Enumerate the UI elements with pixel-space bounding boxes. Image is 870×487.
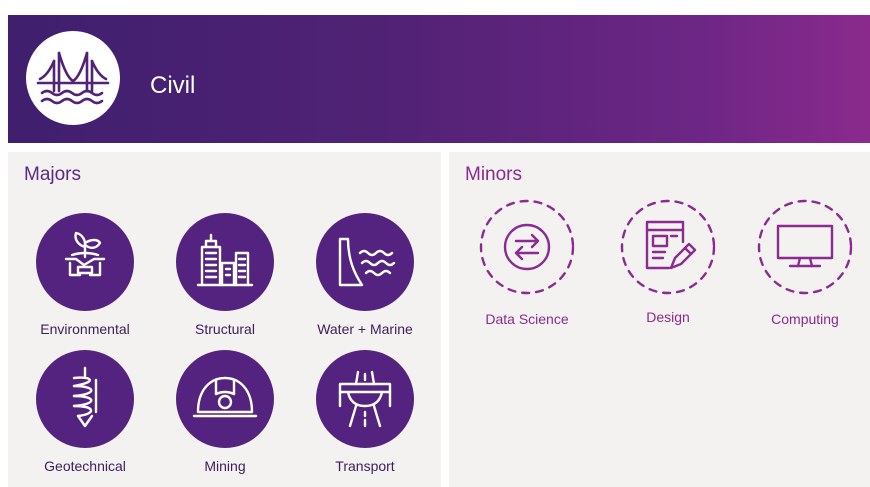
minor-icon-circle: [756, 198, 854, 296]
major-label: Geotechnical: [44, 458, 126, 474]
minor-data-science[interactable]: Data Science: [462, 198, 592, 328]
major-icon-circle: [176, 350, 274, 448]
major-label: Environmental: [40, 321, 130, 337]
buildings-icon: [196, 233, 254, 287]
major-water-marine[interactable]: Water + Marine: [301, 213, 429, 338]
bridge-water-icon: [36, 51, 110, 105]
minor-icon-circle: [619, 198, 717, 296]
minor-design[interactable]: Design: [603, 198, 733, 326]
major-label: Water + Marine: [317, 321, 413, 337]
dam-waves-icon: [338, 237, 396, 287]
major-icon-circle: [36, 350, 134, 448]
drill-auger-icon: [72, 366, 98, 428]
hard-hat-icon: [192, 376, 258, 418]
major-icon-circle: [176, 213, 274, 311]
minor-label: Data Science: [485, 311, 569, 327]
major-structural[interactable]: Structural: [161, 213, 289, 338]
minors-heading: Minors: [465, 164, 523, 185]
minor-label: Design: [646, 309, 690, 325]
major-icon-circle: [316, 213, 414, 311]
layout-pencil-icon: [620, 199, 716, 295]
majors-heading: Majors: [24, 164, 82, 185]
minor-computing[interactable]: Computing: [740, 198, 870, 328]
major-environmental[interactable]: Environmental: [21, 213, 149, 338]
major-transport[interactable]: Transport: [301, 350, 429, 475]
minor-icon-circle: [478, 198, 576, 296]
major-mining[interactable]: Mining: [161, 350, 289, 475]
monitor-icon: [757, 199, 853, 295]
major-icon-circle: [316, 350, 414, 448]
road-bridge-icon: [338, 370, 392, 428]
major-label: Mining: [204, 458, 246, 474]
major-label: Structural: [195, 321, 255, 337]
plant-handshake-icon: [64, 231, 106, 277]
exchange-arrows-icon: [479, 199, 575, 295]
logo: [26, 31, 120, 125]
minor-label: Computing: [771, 311, 839, 327]
major-geotechnical[interactable]: Geotechnical: [21, 350, 149, 475]
major-label: Transport: [335, 458, 395, 474]
header-banner: Civil: [8, 15, 870, 143]
page-title: Civil: [150, 72, 196, 99]
minors-panel: Minors Data Science Design Computing: [449, 152, 870, 487]
majors-panel: Majors Environmental Structural Water + …: [8, 152, 441, 487]
major-icon-circle: [36, 213, 134, 311]
